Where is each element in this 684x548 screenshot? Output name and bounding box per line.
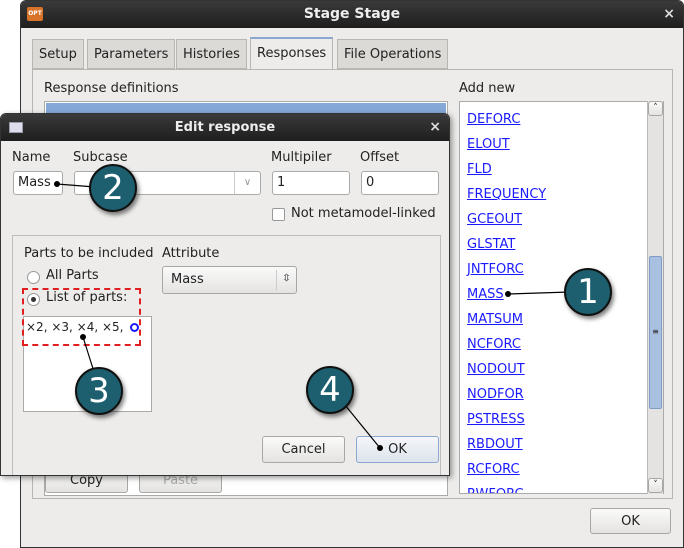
callout-4: 4 — [306, 366, 354, 414]
callout-1: 1 — [564, 268, 612, 316]
callout-dot-3 — [80, 334, 86, 340]
callout-2: 2 — [89, 164, 137, 212]
callout-line-1 — [507, 291, 571, 295]
callout-line-4 — [344, 404, 381, 449]
callout-dot-2 — [54, 181, 60, 187]
callout-dot-1 — [505, 291, 511, 297]
callout-dot-4 — [377, 445, 383, 451]
callout-3: 3 — [75, 367, 123, 415]
